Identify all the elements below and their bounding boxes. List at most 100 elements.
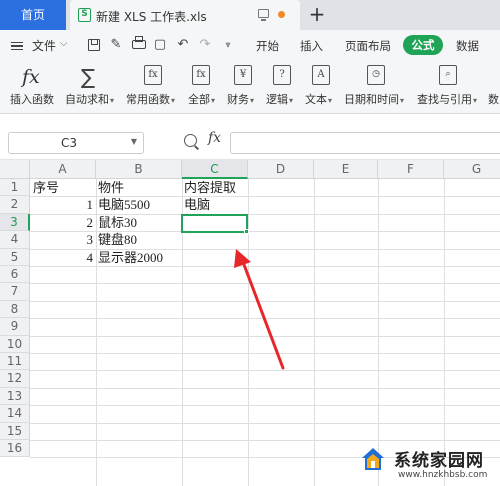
column-header-c[interactable]: C xyxy=(182,160,248,179)
common-functions-button[interactable]: fx 常用函数▾ xyxy=(126,60,182,114)
format-painter-icon[interactable]: ✎ xyxy=(108,37,124,53)
insert-function-label: 插入函数 xyxy=(10,93,54,106)
datetime-icon: ◷ xyxy=(367,65,385,85)
monitor-icon[interactable] xyxy=(258,9,269,21)
column-header-g[interactable]: G xyxy=(444,160,500,179)
dropdown-arrow-icon: ▾ xyxy=(211,96,216,105)
cell-c1[interactable]: 内容提取 xyxy=(184,179,236,196)
sigma-icon: ∑ xyxy=(81,65,96,89)
math-functions-button[interactable]: 数 xyxy=(488,60,500,114)
row-header-7[interactable]: 7 xyxy=(0,283,30,301)
text-functions-button[interactable]: A 文本▾ xyxy=(305,60,341,114)
active-cell-c3[interactable] xyxy=(181,214,248,233)
row-header-12[interactable]: 12 xyxy=(0,370,30,388)
all-functions-label: 全部 xyxy=(188,93,210,106)
spreadsheet-file-icon: S xyxy=(78,8,91,22)
column-header-a[interactable]: A xyxy=(30,160,96,179)
row-header-14[interactable]: 14 xyxy=(0,405,30,423)
tab-home[interactable]: 首页 xyxy=(0,0,66,30)
cell-a2[interactable]: 1 xyxy=(30,196,94,213)
tab-start[interactable]: 开始 xyxy=(256,38,279,54)
lookup-functions-button[interactable]: ⌕ 查找与引用▾ xyxy=(416,60,486,114)
more-chevron-icon[interactable]: ⩔ xyxy=(220,37,236,53)
chevron-down-icon[interactable]: ▼ xyxy=(131,137,137,146)
cell-b3[interactable]: 鼠标30 xyxy=(98,214,137,231)
file-menu[interactable]: 文件 xyxy=(32,37,56,54)
logic-functions-button[interactable]: ? 逻辑▾ xyxy=(265,60,301,114)
formula-input[interactable] xyxy=(230,132,500,154)
finance-functions-button[interactable]: ¥ 财务▾ xyxy=(226,60,262,114)
row-header-11[interactable]: 11 xyxy=(0,353,30,371)
house-logo-icon xyxy=(362,448,384,470)
dropdown-arrow-icon: ▾ xyxy=(400,96,405,105)
math-label: 数 xyxy=(488,93,499,106)
print-icon[interactable] xyxy=(132,36,146,49)
row-header-16[interactable]: 16 xyxy=(0,440,30,458)
tab-bar: 首页 S 新建 XLS 工作表.xls + xyxy=(0,0,500,30)
datetime-label: 日期和时间 xyxy=(344,93,399,106)
row-header-13[interactable]: 13 xyxy=(0,387,30,406)
row-header-1[interactable]: 1 xyxy=(0,179,30,197)
gridline xyxy=(30,387,500,389)
spreadsheet-grid[interactable]: A B C D E F G 1 2 3 4 5 6 7 8 9 10 11 12… xyxy=(0,160,500,486)
hamburger-menu-icon[interactable] xyxy=(11,42,23,50)
dropdown-arrow-icon: ▾ xyxy=(328,96,333,105)
tab-data[interactable]: 数据 xyxy=(456,38,479,54)
row-header-2[interactable]: 2 xyxy=(0,196,30,214)
cell-b5[interactable]: 显示器2000 xyxy=(98,249,163,266)
row-header-9[interactable]: 9 xyxy=(0,318,30,336)
column-header-d[interactable]: D xyxy=(248,160,314,179)
tab-formula[interactable]: 公式 xyxy=(403,35,443,55)
gridline xyxy=(30,300,500,302)
cell-b4[interactable]: 键盘80 xyxy=(98,231,137,248)
row-header-5[interactable]: 5 xyxy=(0,248,30,266)
name-box[interactable]: C3 ▼ xyxy=(8,132,144,154)
column-header-f[interactable]: F xyxy=(378,160,444,179)
formula-ribbon: fx 插入函数 ∑ 自动求和▾ fx 常用函数▾ fx 全部▾ ¥ 财务▾ ? … xyxy=(0,60,500,114)
insert-function-button[interactable]: fx 插入函数 xyxy=(10,60,60,114)
row-header-8[interactable]: 8 xyxy=(0,300,30,319)
gridline xyxy=(30,440,500,441)
gridline xyxy=(30,283,500,285)
cell-c2[interactable]: 电脑 xyxy=(184,196,210,213)
cell-a5[interactable]: 4 xyxy=(30,249,94,266)
all-fx-icon: fx xyxy=(192,65,210,85)
finance-icon: ¥ xyxy=(234,65,252,85)
cell-b1[interactable]: 物件 xyxy=(98,179,124,196)
tab-page-layout[interactable]: 页面布局 xyxy=(345,38,391,54)
redo-icon[interactable]: ↷ xyxy=(197,37,213,53)
tab-document[interactable]: S 新建 XLS 工作表.xls xyxy=(70,0,300,30)
fill-handle[interactable] xyxy=(244,229,249,234)
cell-a3[interactable]: 2 xyxy=(30,214,94,231)
row-header-15[interactable]: 15 xyxy=(0,422,30,440)
row-header-3[interactable]: 3 xyxy=(0,213,30,232)
column-header-e[interactable]: E xyxy=(314,160,378,179)
cell-a1[interactable]: 序号 xyxy=(33,179,59,196)
row-header-10[interactable]: 10 xyxy=(0,335,30,353)
new-tab-button[interactable]: + xyxy=(305,2,329,28)
print-preview-icon[interactable]: ▢ xyxy=(152,37,168,53)
autosum-button[interactable]: ∑ 自动求和▾ xyxy=(65,60,123,114)
zoom-icon[interactable] xyxy=(184,134,197,147)
watermark-title: 系统家园网 xyxy=(394,451,484,471)
select-all-corner[interactable] xyxy=(0,160,30,179)
insert-function-icon[interactable]: fx xyxy=(208,130,221,146)
chevron-down-icon[interactable]: ⌵ xyxy=(60,38,68,49)
tab-insert[interactable]: 插入 xyxy=(300,38,323,54)
dropdown-arrow-icon: ▾ xyxy=(110,96,115,105)
row-header-4[interactable]: 4 xyxy=(0,231,30,249)
gridline xyxy=(30,318,500,320)
cell-a4[interactable]: 3 xyxy=(30,231,94,248)
cell-b2[interactable]: 电脑5500 xyxy=(98,196,150,213)
gridline xyxy=(30,335,500,337)
autosum-label: 自动求和 xyxy=(65,93,109,106)
row-header-6[interactable]: 6 xyxy=(0,266,30,284)
watermark-logo: 系统家园网 www.hnzkhbsb.com xyxy=(348,442,500,486)
column-header-b[interactable]: B xyxy=(96,160,182,179)
all-functions-button[interactable]: fx 全部▾ xyxy=(186,60,220,114)
finance-label: 财务 xyxy=(227,93,249,106)
text-icon: A xyxy=(312,65,330,85)
datetime-functions-button[interactable]: ◷ 日期和时间▾ xyxy=(344,60,410,114)
undo-icon[interactable]: ↶ xyxy=(175,37,191,53)
save-icon[interactable] xyxy=(88,39,100,51)
